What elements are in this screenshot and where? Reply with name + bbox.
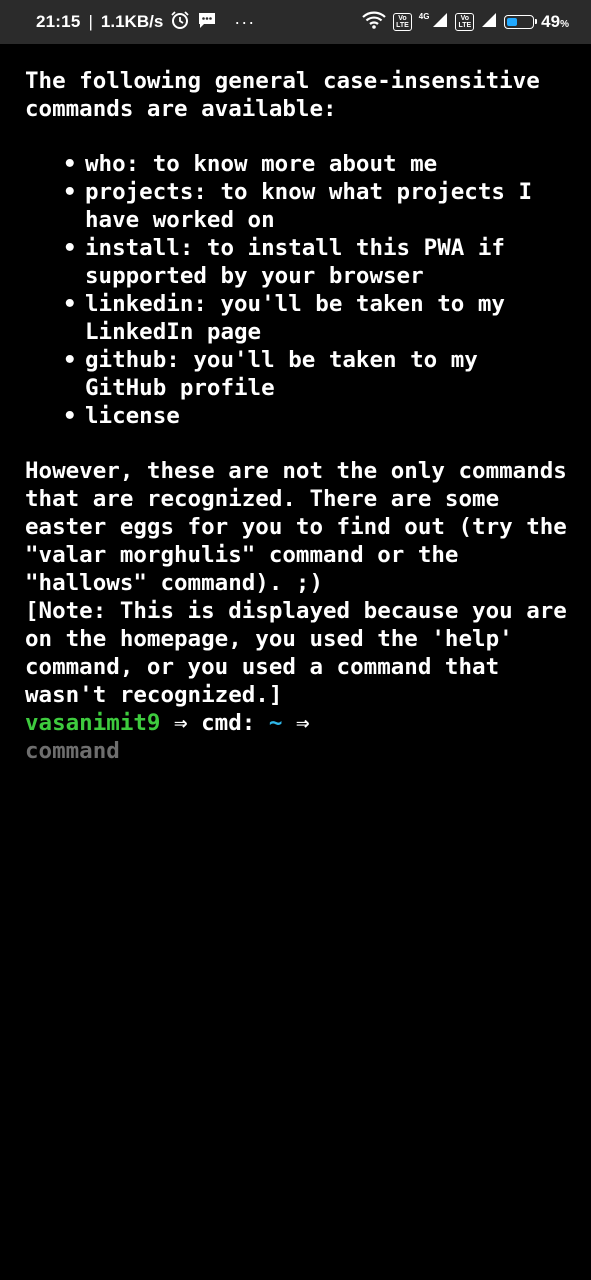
wifi-icon <box>362 11 386 34</box>
command-list-item: github: you'll be taken to my GitHub pro… <box>63 346 570 402</box>
volte-badge-sim1: Vo LTE <box>393 13 412 31</box>
status-separator: | <box>88 12 93 31</box>
battery-nub <box>535 19 538 24</box>
command-list-item: projects: to know what projects I have w… <box>63 178 570 234</box>
help-intro-text: The following general case-insensitive c… <box>25 68 540 122</box>
terminal-prompt: vasanimit9 ⇒ cmd: ~ ⇒ <box>25 709 570 737</box>
status-bar: 21:15 | 1.1KB/s ··· Vo LTE 4G Vo LTE 49% <box>0 0 591 44</box>
prompt-arrow: ⇒ <box>174 710 188 736</box>
status-bar-left: 21:15 | 1.1KB/s ··· <box>36 10 255 35</box>
command-list-item: who: to know more about me <box>63 150 570 178</box>
battery-level-fill <box>507 18 517 26</box>
battery-percentage: 49% <box>541 12 569 32</box>
command-list: who: to know more about me projects: to … <box>25 150 570 430</box>
battery-percent-value: 49 <box>541 12 561 31</box>
more-notifications-icon: ··· <box>234 11 256 32</box>
message-notification-icon <box>197 11 217 34</box>
signal-sim2-icon <box>481 12 497 33</box>
alarm-icon <box>170 10 190 35</box>
terminal-output: The following general case-insensitive c… <box>25 67 570 765</box>
prompt-home-dir: ~ <box>268 710 283 736</box>
network-type-label: 4G <box>418 11 430 21</box>
clock: 21:15 <box>36 12 81 31</box>
help-note-text: [Note: This is displayed because you are… <box>25 598 567 708</box>
command-list-item: license <box>63 402 570 430</box>
command-list-item: linkedin: you'll be taken to my LinkedIn… <box>63 290 570 346</box>
signal-sim1-icon <box>432 12 448 33</box>
status-bar-right: Vo LTE 4G Vo LTE 49% <box>362 11 569 34</box>
volte-badge-sim2: Vo LTE <box>455 13 475 31</box>
network-speed: 1.1KB/s <box>100 12 164 31</box>
battery-icon <box>504 15 538 29</box>
command-input[interactable] <box>25 737 570 765</box>
prompt-cmd-label: cmd: <box>201 710 256 736</box>
battery-percent-sign: % <box>560 19 569 30</box>
easter-egg-hint-text: However, these are not the only commands… <box>25 458 567 596</box>
prompt-arrow: ⇒ <box>295 710 310 736</box>
prompt-username: vasanimit9 <box>25 710 161 736</box>
command-list-item: install: to install this PWA if supporte… <box>63 234 570 290</box>
